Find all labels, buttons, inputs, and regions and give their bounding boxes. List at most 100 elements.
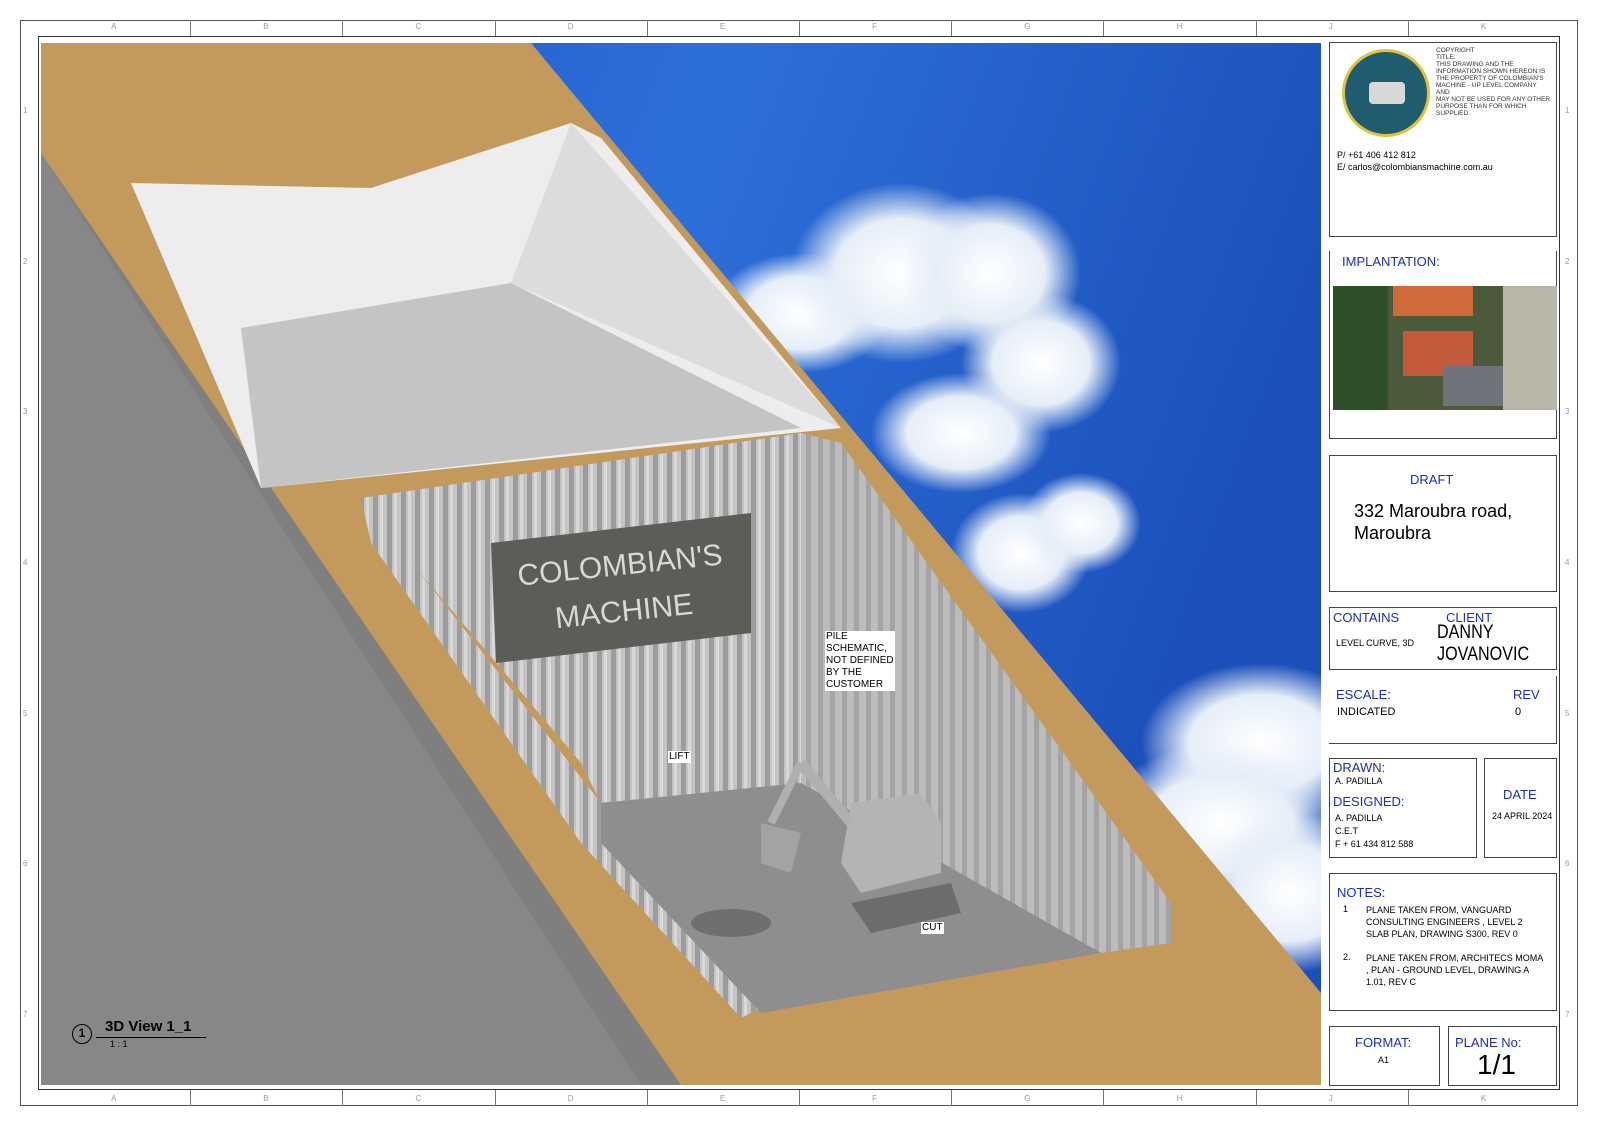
copyright-line: INFORMATION SHOWN HEREON IS [1436, 68, 1546, 75]
grid-column-label: G [1024, 1094, 1031, 1103]
designed-label: DESIGNED: [1333, 794, 1405, 809]
grid-tick [1255, 1090, 1257, 1106]
grid-tick [1103, 20, 1105, 36]
designed-value: A. PADILLA C.E.T F + 61 434 812 588 [1335, 812, 1413, 851]
view-title-underline [96, 1037, 206, 1038]
grid-column-label: K [1480, 1094, 1487, 1103]
copyright-line: THE PROPERTY OF COLOMBIAN'S [1436, 75, 1544, 82]
contains-label: CONTAINS [1333, 610, 1400, 625]
drawn-designed-panel: DRAWN: A. PADILLA DESIGNED: A. PADILLA C… [1329, 758, 1477, 858]
grid-tick [646, 1090, 648, 1106]
grid-row-label: 7 [23, 1009, 28, 1019]
draft-label: DRAFT [1410, 472, 1454, 487]
project-address: 332 Maroubra road, Maroubra [1354, 500, 1512, 544]
view-scale: 1 : 1 [110, 1039, 128, 1049]
company-logo [1342, 49, 1430, 137]
project-panel: DRAFT 332 Maroubra road, Maroubra [1329, 455, 1557, 592]
view-number-circle: 1 [72, 1024, 92, 1044]
grid-tick [494, 1090, 496, 1106]
plane-label: PLANE No: [1455, 1035, 1522, 1050]
pile-callout-line: SCHEMATIC, [826, 643, 887, 654]
date-value: 24 APRIL 2024 [1492, 811, 1553, 821]
grid-tick [799, 20, 800, 36]
pile-callout-line: BY THE [826, 667, 862, 678]
grid-row-label: 5 [1565, 708, 1570, 718]
copyright-line: AND [1436, 89, 1450, 96]
copyright-line: TITLE: [1436, 54, 1456, 61]
pile-callout-line: NOT DEFINED [826, 655, 894, 666]
grid-column-label: D [567, 22, 574, 31]
contact-info: P/ +61 406 412 812 E/ carlos@colombiansm… [1337, 149, 1493, 173]
format-label: FORMAT: [1355, 1035, 1412, 1050]
note-2-text: PLANE TAKEN FROM, ARCHITECS MOMA , PLAN … [1366, 953, 1543, 987]
grid-column-label: C [415, 22, 422, 31]
grid-row-label: 6 [1565, 859, 1570, 869]
implantation-panel: IMPLANTATION: [1329, 251, 1557, 439]
grid-row-label: 6 [23, 859, 28, 869]
grid-tick [494, 20, 496, 36]
designer-phone: F + 61 434 812 588 [1335, 839, 1414, 849]
grid-column-label: H [1176, 1094, 1183, 1103]
copyright-line: MAY NOT BE USED FOR ANY OTHER [1436, 96, 1551, 103]
client-name-line: DANNY [1437, 622, 1494, 643]
grid-column-label: J [1328, 22, 1333, 31]
date-label: DATE [1503, 787, 1537, 802]
phone: P/ +61 406 412 812 [1337, 150, 1416, 160]
copyright-line: THIS DRAWING AND THE [1436, 61, 1514, 68]
plane-number-panel: PLANE No: 1/1 [1448, 1026, 1557, 1086]
view-title: 3D View 1_1 [105, 1018, 192, 1035]
grid-row-label: 7 [1565, 1009, 1570, 1019]
note-2-number: 2. [1343, 952, 1351, 962]
grid-row-label: 4 [23, 558, 28, 567]
grid-tick [1407, 1090, 1409, 1106]
grid-column-label: G [1024, 22, 1031, 31]
grid-column-label: H [1176, 22, 1183, 31]
notes-label: NOTES: [1337, 885, 1386, 900]
grid-tick [951, 20, 953, 36]
contains-value: LEVEL CURVE, 3D [1336, 638, 1415, 648]
grid-column-label: E [719, 22, 726, 31]
grid-column-label: F [872, 1094, 877, 1103]
grid-row-label: 1 [1565, 106, 1570, 116]
grid-tick [646, 20, 648, 36]
grid-tick [1407, 20, 1409, 36]
grid-row-label: 3 [23, 407, 28, 417]
cut-label: CUT [921, 922, 944, 934]
copyright-line: SUPPLIED. [1436, 110, 1470, 117]
rev-value: 0 [1515, 706, 1522, 718]
grid-row-label: 1 [23, 106, 28, 116]
grid-tick [799, 1090, 800, 1106]
grid-column-label: J [1328, 1094, 1333, 1103]
copyright-line: COPYRIGHT [1436, 47, 1475, 54]
email: E/ carlos@colombiansmachine.com.au [1337, 162, 1493, 172]
grid-column-label: B [263, 22, 269, 31]
address-line: 332 Maroubra road, [1354, 501, 1513, 521]
grid-column-label: E [719, 1094, 726, 1103]
implantation-label: IMPLANTATION: [1342, 254, 1440, 269]
grid-column-label: A [111, 22, 117, 31]
format-value: A1 [1378, 1055, 1390, 1065]
format-panel: FORMAT: A1 [1329, 1026, 1440, 1086]
plane-value: 1/1 [1477, 1049, 1516, 1080]
grid-tick [342, 1090, 344, 1106]
grid-tick [1103, 1090, 1105, 1106]
3d-render: COLOMBIAN'S MACHINE [41, 43, 1321, 1085]
grid-column-label: F [872, 22, 877, 31]
3d-view-panel: COLOMBIAN'S MACHINE PILE SCHEMATIC, NOT … [41, 43, 1321, 1085]
date-panel: DATE 24 APRIL 2024 [1484, 758, 1557, 858]
rev-label: REV [1513, 687, 1540, 702]
copyright-notice: COPYRIGHT TITLE: THIS DRAWING AND THE IN… [1436, 47, 1550, 117]
view-title-block: 1 3D View 1_1 1 : 1 [72, 1018, 212, 1049]
grid-tick [951, 1090, 953, 1106]
grid-column-label: D [567, 1094, 574, 1103]
notes-panel: NOTES: 1 PLANE TAKEN FROM, VANGUARD CONS… [1329, 873, 1557, 1011]
grid-tick [342, 20, 344, 36]
grid-row-label: 3 [1565, 407, 1570, 417]
grid-row-label: 5 [23, 708, 28, 718]
grid-column-label: K [1480, 22, 1487, 31]
grid-row-label: 2 [1565, 256, 1570, 266]
client-name: DANNY JOVANOVIC [1437, 622, 1529, 666]
address-line: Maroubra [1354, 523, 1432, 543]
note-1-text: PLANE TAKEN FROM, VANGUARD CONSULTING EN… [1366, 905, 1523, 939]
pile-callout: PILE SCHEMATIC, NOT DEFINED BY THE CUSTO… [825, 631, 895, 691]
